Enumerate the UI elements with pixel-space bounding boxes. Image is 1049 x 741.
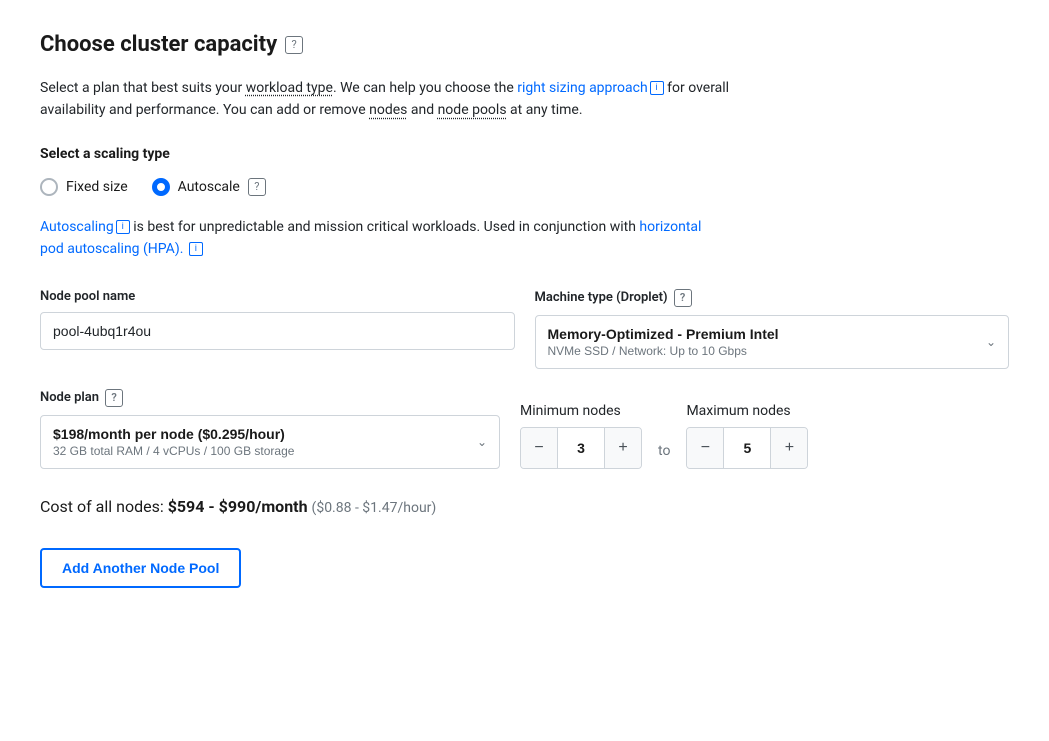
node-plan-select[interactable]: $198/month per node ($0.295/hour) 32 GB …: [40, 415, 500, 469]
autoscaling-link[interactable]: Autoscaling: [40, 219, 114, 235]
plan-row: Node plan ? $198/month per node ($0.295/…: [40, 389, 1009, 469]
machine-type-help-icon[interactable]: ?: [674, 289, 692, 307]
node-pool-name-group: Node pool name: [40, 289, 515, 369]
cost-label: Cost of all nodes: $594 - $990/month ($0…: [40, 497, 436, 516]
machine-type-group: Machine type (Droplet) ? Memory-Optimize…: [535, 289, 1010, 369]
hpa-info-icon[interactable]: i: [189, 242, 203, 256]
maximum-nodes-label: Maximum nodes: [686, 403, 790, 419]
autoscale-option[interactable]: Autoscale ?: [152, 178, 266, 196]
minimum-nodes-decrement[interactable]: −: [521, 428, 557, 468]
fixed-size-label: Fixed size: [66, 179, 128, 195]
minimum-nodes-stepper: − +: [520, 427, 642, 469]
hpa-link[interactable]: horizontal pod autoscaling (HPA).: [40, 219, 701, 257]
maximum-nodes-value[interactable]: [723, 428, 771, 468]
right-sizing-info-icon[interactable]: i: [650, 81, 664, 95]
node-plan-label: Node plan ?: [40, 389, 500, 407]
cost-section: Cost of all nodes: $594 - $990/month ($0…: [40, 493, 1009, 516]
to-divider: to: [642, 443, 686, 469]
max-nodes-label-row: Maximum nodes: [686, 403, 808, 419]
min-nodes-label-row: Minimum nodes: [520, 403, 642, 419]
autoscale-help-icon[interactable]: ?: [248, 178, 266, 196]
node-pool-name-input[interactable]: [40, 312, 515, 350]
form-grid-top: Node pool name Machine type (Droplet) ? …: [40, 289, 1009, 369]
machine-type-chevron-icon: ⌄: [986, 335, 996, 349]
page-title: Choose cluster capacity: [40, 32, 277, 57]
machine-type-select[interactable]: Memory-Optimized - Premium Intel NVMe SS…: [535, 315, 1010, 369]
minimum-nodes-increment[interactable]: +: [605, 428, 641, 468]
node-plan-select-content: $198/month per node ($0.295/hour) 32 GB …: [53, 426, 294, 458]
scaling-type-row: Fixed size Autoscale ?: [40, 178, 1009, 196]
autoscale-description: Autoscalingi is best for unpredictable a…: [40, 216, 720, 261]
title-help-icon[interactable]: ?: [285, 36, 303, 54]
node-plan-sub: 32 GB total RAM / 4 vCPUs / 100 GB stora…: [53, 444, 294, 458]
to-label: to: [642, 443, 686, 459]
minimum-nodes-group: Minimum nodes − +: [520, 403, 642, 469]
machine-type-sub: NVMe SSD / Network: Up to 10 Gbps: [548, 344, 779, 358]
maximum-nodes-stepper: − +: [686, 427, 808, 469]
node-plan-help-icon[interactable]: ?: [105, 389, 123, 407]
minimum-nodes-label: Minimum nodes: [520, 403, 621, 419]
node-pool-name-label: Node pool name: [40, 289, 515, 304]
fixed-size-radio[interactable]: [40, 178, 58, 196]
maximum-nodes-increment[interactable]: +: [771, 428, 807, 468]
scaling-section-label: Select a scaling type: [40, 146, 1009, 162]
maximum-nodes-decrement[interactable]: −: [687, 428, 723, 468]
autoscaling-info-icon[interactable]: i: [116, 220, 130, 234]
add-node-pool-button[interactable]: Add Another Node Pool: [40, 548, 241, 588]
right-sizing-link[interactable]: right sizing approach: [517, 80, 647, 96]
node-plan-group: Node plan ? $198/month per node ($0.295/…: [40, 389, 500, 469]
fixed-size-option[interactable]: Fixed size: [40, 178, 128, 196]
machine-type-label: Machine type (Droplet) ?: [535, 289, 1010, 307]
cost-secondary: ($0.88 - $1.47/hour): [312, 500, 437, 516]
autoscale-label: Autoscale: [178, 179, 240, 195]
node-plan-main: $198/month per node ($0.295/hour): [53, 426, 294, 442]
node-plan-chevron-icon: ⌄: [477, 435, 487, 449]
nodes-col: Minimum nodes − + to Maximum nodes − +: [520, 389, 1009, 469]
maximum-nodes-group: Maximum nodes − +: [686, 403, 808, 469]
description: Select a plan that best suits your workl…: [40, 77, 740, 122]
cost-main: $594 - $990/month: [168, 497, 308, 516]
machine-type-main: Memory-Optimized - Premium Intel: [548, 326, 779, 342]
minimum-nodes-value[interactable]: [557, 428, 605, 468]
machine-type-select-content: Memory-Optimized - Premium Intel NVMe SS…: [548, 326, 779, 358]
autoscale-radio[interactable]: [152, 178, 170, 196]
